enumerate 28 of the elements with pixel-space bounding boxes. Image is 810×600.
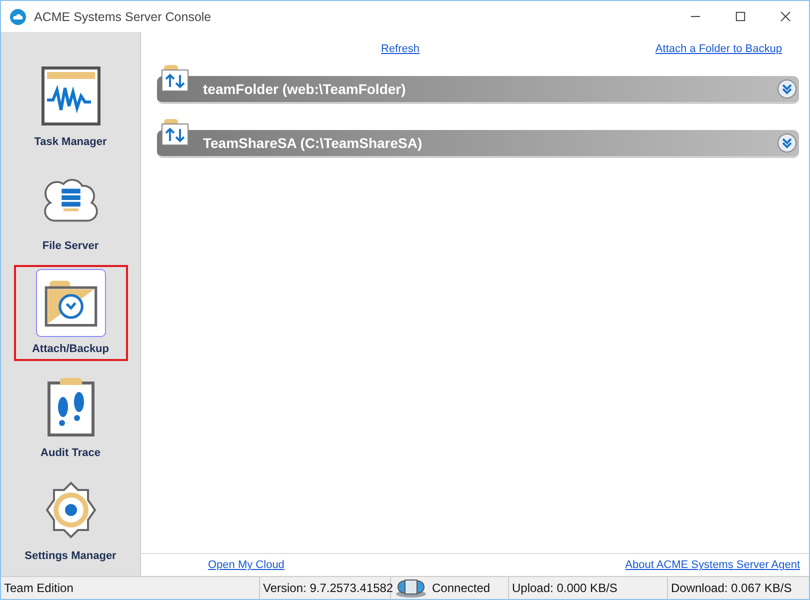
upload-rate: Upload: 0.000 KB/S <box>509 577 668 599</box>
sidebar-item[interactable]: Attach/Backup <box>14 265 128 361</box>
folder-name: TeamShareSA (C:\TeamShareSA) <box>203 135 422 151</box>
sidebar-item[interactable]: Task Manager <box>14 58 128 154</box>
sidebar-item[interactable]: Audit Trace <box>14 368 128 464</box>
download-rate: Download: 0.067 KB/S <box>670 580 793 597</box>
expand-icon[interactable] <box>777 79 797 99</box>
close-icon[interactable] <box>780 11 791 22</box>
maximize-icon[interactable] <box>735 11 746 22</box>
connection-icon <box>394 578 428 598</box>
cloud-logo-icon <box>10 8 26 24</box>
folder-bar[interactable]: teamFolder (web:\TeamFolder) <box>157 76 799 104</box>
sidebar-item[interactable]: Settings Manager <box>14 472 128 568</box>
heartbeat-monitor-icon <box>40 66 100 126</box>
open-cloud-link[interactable]: Open My Cloud <box>208 559 284 571</box>
window-title: ACME Systems Server Console <box>34 10 212 24</box>
connection-status: Connected <box>432 581 490 595</box>
edition-text: Team Edition <box>1 577 260 599</box>
refresh-link[interactable]: Refresh <box>381 43 420 55</box>
attach-folder-link[interactable]: Attach a Folder to Backup <box>655 43 782 55</box>
sync-folder-icon <box>161 64 189 92</box>
version-text: Version: 9.7.2573.41582 <box>260 577 391 599</box>
folder-bar[interactable]: TeamShareSA (C:\TeamShareSA) <box>157 130 799 158</box>
sync-folder-icon <box>161 118 189 146</box>
folder-name: teamFolder (web:\TeamFolder) <box>203 81 406 97</box>
sidebar-item[interactable]: File Server <box>14 162 128 258</box>
expand-icon[interactable] <box>777 133 797 153</box>
about-link[interactable]: About ACME Systems Server Agent <box>625 559 800 571</box>
